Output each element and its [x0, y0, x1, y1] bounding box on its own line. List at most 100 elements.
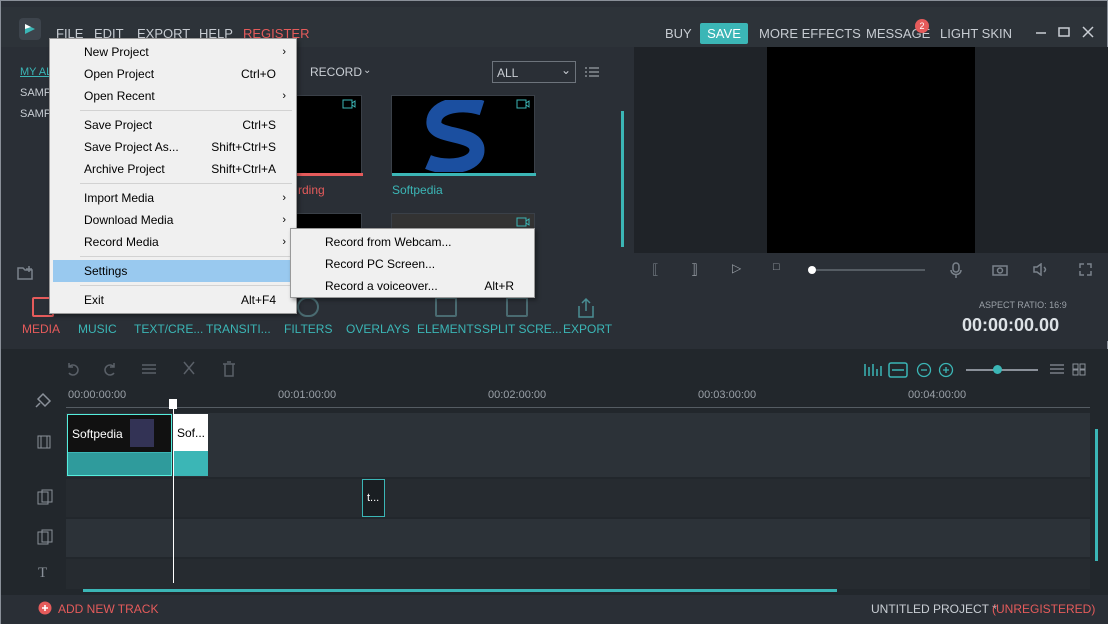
menu-item-label: Open Recent [84, 89, 155, 103]
menu-item-record-webcam[interactable]: Record from Webcam... [291, 231, 534, 253]
preview-controls: ⟦ ⟧ ▷ □ [634, 253, 1108, 285]
playhead[interactable] [173, 405, 174, 583]
minimize-icon[interactable] [1035, 26, 1047, 38]
undo-icon[interactable] [65, 361, 81, 377]
media-thumb-recording[interactable] [291, 95, 363, 176]
timeline-scrollbar[interactable] [83, 589, 837, 592]
adjust-icon[interactable] [141, 361, 157, 377]
add-circle-icon[interactable] [38, 601, 52, 615]
ruler-tick-label: 00:03:00:00 [698, 389, 757, 401]
close-icon[interactable] [1082, 26, 1094, 38]
more-effects-button[interactable]: MORE EFFECTS [759, 26, 861, 41]
save-button[interactable]: SAVE [700, 23, 748, 44]
tab-filters[interactable]: FILTERS [284, 322, 332, 336]
zoom-slider[interactable] [966, 369, 1038, 371]
video-clip-softpedia-2[interactable]: Sof... [173, 414, 208, 476]
file-menu-dropdown: New Project › Open Project Ctrl+O Open Rec… [49, 38, 297, 314]
pip-clip[interactable]: t... [362, 479, 385, 517]
volume-icon[interactable] [1033, 263, 1051, 276]
buy-button[interactable]: BUY [665, 26, 692, 41]
list-view-icon[interactable] [585, 66, 599, 78]
menu-item-save-project[interactable]: Save Project Ctrl+S [50, 114, 296, 136]
menu-item-label: Import Media [84, 191, 155, 205]
thumb-bar [292, 173, 363, 176]
menu-item-new-project[interactable]: New Project › [50, 41, 296, 63]
menu-item-record-voiceover[interactable]: Record a voiceover... Alt+R [291, 275, 534, 297]
snap-icon[interactable] [35, 391, 53, 409]
elements-icon [435, 297, 457, 317]
text-track [66, 559, 1090, 589]
filter-select-value: ALL [497, 66, 519, 80]
ruler-tick-label: 00:01:00:00 [278, 389, 337, 401]
playback-handle[interactable] [808, 266, 816, 274]
softpedia-logo-icon [425, 100, 485, 172]
video-clip-softpedia[interactable]: Softpedia [67, 414, 172, 476]
menu-item-save-project-as[interactable]: Save Project As... Shift+Ctrl+S [50, 136, 296, 158]
menu-item-exit[interactable]: Exit Alt+F4 [50, 289, 296, 311]
light-skin-button[interactable]: LIGHT SKIN [940, 26, 1012, 41]
tab-elements[interactable]: ELEMENTS [417, 322, 482, 336]
menu-item-shortcut: Alt+R [484, 279, 514, 293]
menu-item-open-recent[interactable]: Open Recent › [50, 85, 296, 107]
filter-select[interactable]: ALL ⌄ [492, 61, 576, 83]
tab-media[interactable]: MEDIA [22, 322, 60, 336]
tab-split-screen[interactable]: SPLIT SCRE... [482, 322, 562, 336]
microphone-icon[interactable] [950, 262, 962, 278]
zoom-out-icon[interactable] [916, 362, 932, 378]
fullscreen-icon[interactable] [1079, 263, 1092, 276]
thumb-bar [392, 173, 536, 176]
menu-separator [80, 110, 292, 111]
timeline-vscrollbar[interactable] [1095, 429, 1098, 561]
library-item-sample-1[interactable]: SAMP [20, 87, 51, 99]
menu-item-download-media[interactable]: Download Media › [50, 209, 296, 231]
tab-export[interactable]: EXPORT [563, 322, 612, 336]
menu-item-record-pc-screen[interactable]: Record PC Screen... [291, 253, 534, 275]
zoom-slider-handle[interactable] [993, 365, 1002, 374]
library-item-sample-2[interactable]: SAMP [20, 108, 51, 120]
video-track-1 [66, 413, 1090, 477]
menu-item-label: Download Media [84, 213, 174, 227]
media-thumb-softpedia[interactable] [391, 95, 536, 176]
filters-icon [297, 297, 319, 317]
menu-item-label: Save Project As... [84, 140, 179, 154]
menu-item-open-project[interactable]: Open Project Ctrl+O [50, 63, 296, 85]
playback-slider[interactable] [810, 269, 925, 271]
zoom-in-icon[interactable] [938, 362, 954, 378]
audio-mixer-icon[interactable] [863, 362, 883, 378]
library-item-my-album[interactable]: MY AL [20, 66, 52, 78]
fit-timeline-icon[interactable] [888, 362, 908, 378]
menu-item-label: Open Project [84, 67, 155, 81]
tab-overlays[interactable]: OVERLAYS [346, 322, 410, 336]
menu-item-label: Record a voiceover... [325, 279, 438, 293]
menu-item-record-media[interactable]: Record Media › [50, 231, 296, 253]
maximize-icon[interactable] [1058, 26, 1070, 38]
menu-item-label: Record from Webcam... [325, 235, 452, 249]
menu-item-archive-project[interactable]: Archive Project Shift+Ctrl+A [50, 158, 296, 180]
trash-icon[interactable] [222, 361, 236, 377]
redo-icon[interactable] [102, 361, 118, 377]
menu-item-label: New Project [84, 45, 149, 59]
menu-item-settings[interactable]: Settings [53, 260, 293, 282]
step-back-icon[interactable]: ⟧ [691, 261, 698, 278]
audio-waveform [68, 453, 171, 475]
record-dropdown[interactable]: RECORD [310, 65, 362, 79]
grid-view-icon[interactable] [1072, 363, 1086, 376]
tab-text-credits[interactable]: TEXT/CRE... [134, 322, 203, 336]
add-new-track-button[interactable]: ADD NEW TRACK [58, 602, 158, 616]
menu-item-shortcut: Shift+Ctrl+A [211, 162, 276, 176]
tab-music[interactable]: MUSIC [78, 322, 117, 336]
menu-item-import-media[interactable]: Import Media › [50, 187, 296, 209]
new-folder-icon[interactable] [17, 265, 35, 281]
tab-transitions[interactable]: TRANSITI... [206, 322, 271, 336]
skip-back-icon[interactable]: ⟦ [652, 261, 659, 278]
scissors-icon[interactable] [182, 361, 196, 377]
ruler-tick-label: 00:00:00:00 [68, 389, 127, 401]
camera-icon[interactable] [992, 263, 1008, 276]
stop-icon[interactable]: □ [773, 261, 780, 273]
list-view-icon[interactable] [1050, 363, 1064, 376]
play-icon[interactable]: ▷ [732, 261, 741, 275]
playhead-handle[interactable] [169, 399, 177, 409]
library-scrollbar[interactable] [621, 111, 624, 247]
unregistered-label: (UNREGISTERED) [992, 602, 1096, 616]
aspect-ratio-label: ASPECT RATIO: 16:9 [979, 300, 1067, 310]
